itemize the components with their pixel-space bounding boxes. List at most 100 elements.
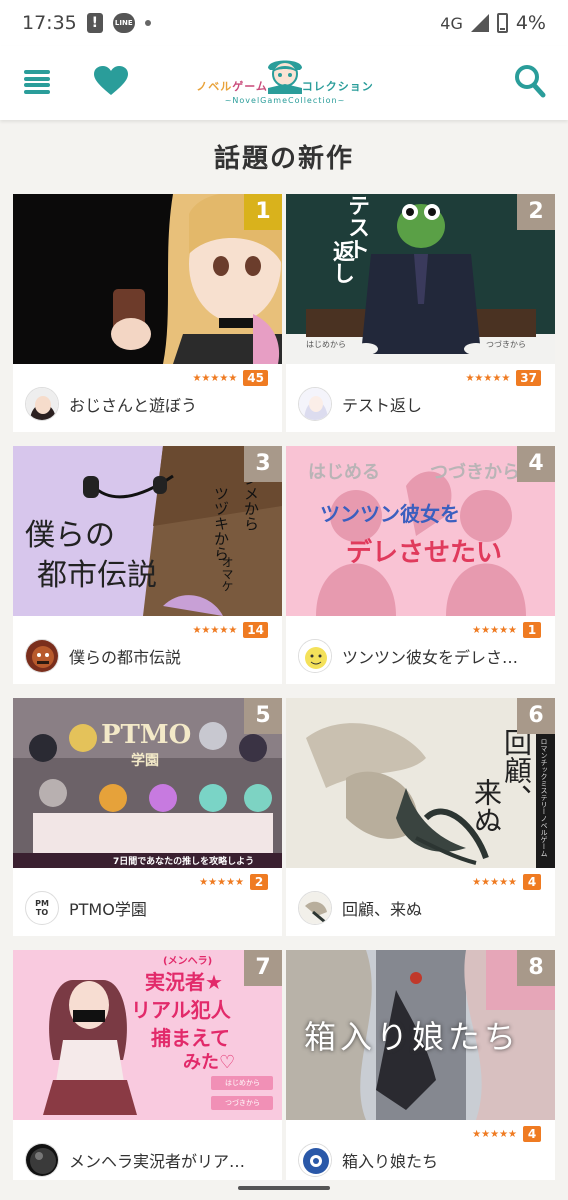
logo-subtitle: ~NovelGameCollection~	[224, 96, 346, 105]
pmto-avatar-label: PM TO	[35, 899, 49, 917]
thumb-menu-continue: つづきから	[225, 1099, 260, 1107]
thumb-menu-start: はじめる	[308, 462, 380, 483]
author-avatar	[298, 387, 332, 421]
thumb-menu-start: はじめから	[306, 340, 346, 349]
game-thumbnail[interactable]: 僕らの 都市伝説 ハジメから ツヅキから オマケ 3	[13, 446, 282, 616]
thumb-title-line2: 都市伝説	[37, 558, 157, 593]
rating: ★★★★★ 45	[192, 370, 268, 386]
game-thumbnail[interactable]: 1	[13, 194, 282, 364]
star-rating: ★★★★★	[192, 372, 238, 384]
status-bar: 17:35 ! LINE 4G 4%	[0, 0, 568, 46]
rating-count: 14	[243, 622, 268, 638]
rank-badge: 2	[517, 194, 555, 230]
rank-badge: 1	[244, 194, 282, 230]
app-logo[interactable]: ノベルゲーム コレクション ~NovelGameCollection~	[192, 54, 378, 112]
game-thumbnail[interactable]: テスト 返し はじめから つづきから 2	[286, 194, 555, 364]
star-rating: ★★★★★	[472, 876, 517, 888]
thumb-title-line1: 僕らの	[25, 518, 115, 553]
game-card[interactable]: PTMO 学園 7日間であなたの推しを攻略しよう 5 ★★★★★ 2 PM TO…	[13, 698, 282, 936]
system-nav-bar	[0, 1180, 568, 1200]
author-avatar	[298, 639, 332, 673]
thumb-menu-extra: オマケ	[220, 556, 234, 592]
thumb-title-line2: 返し	[329, 240, 354, 284]
author-avatar	[298, 891, 332, 925]
game-title[interactable]: 回顧、来ぬ	[342, 896, 542, 920]
author-avatar	[298, 1143, 332, 1177]
rating: ★★★★★ 14	[192, 622, 268, 638]
star-rating: ★★★★★	[472, 624, 517, 636]
heart-icon[interactable]	[94, 66, 128, 96]
section-title: 話題の新作	[213, 144, 354, 174]
thumb-title-line2: デレさせたい	[346, 538, 503, 568]
thumb-tag: (メンヘラ)	[163, 956, 213, 967]
thumb-title-line2: 学園	[131, 753, 159, 769]
author-avatar: PM TO	[25, 891, 59, 925]
status-time: 17:35	[22, 12, 77, 34]
game-title[interactable]: PTMO学園	[69, 896, 269, 920]
rank-badge: 3	[244, 446, 282, 482]
game-title[interactable]: メンヘラ実況者がリア…	[69, 1148, 269, 1172]
thumb-title-line1: 実況者★	[145, 970, 223, 994]
home-gesture-bar[interactable]	[238, 1186, 330, 1190]
rating-count: 2	[250, 874, 268, 890]
thumb-title-line4: みた♡	[183, 1052, 236, 1073]
game-card[interactable]: はじめる つづきから ツンツン彼女を デレさせたい 4 ★★★★★ 1 ツンツン…	[286, 446, 555, 684]
game-card[interactable]: 回顧、 来ぬ ロマンチックミステリーノベルゲーム 6 ★★★★★ 4 回顧、来ぬ	[286, 698, 555, 936]
thumb-menu-continue: つづきから	[430, 462, 520, 483]
rating: ★★★★★ 1	[472, 622, 541, 638]
game-title[interactable]: テスト返し	[342, 392, 542, 416]
game-card[interactable]: テスト 返し はじめから つづきから 2 ★★★★★ 37 テスト返し	[286, 194, 555, 432]
app-bar: ノベルゲーム コレクション ~NovelGameCollection~	[0, 46, 568, 120]
game-thumbnail[interactable]: (メンヘラ) 実況者★ リアル犯人 捕まえて みた♡ はじめから つづきから 7	[13, 950, 282, 1120]
rating: ★★★★★ 2	[199, 874, 268, 890]
rating-count: 4	[523, 874, 541, 890]
rank-badge: 8	[517, 950, 555, 986]
game-grid: 1 ★★★★★ 45 おじさんと遊ぼう テスト 返し はじめから つづきから 2…	[13, 194, 555, 1188]
thumb-title-line2: リアル犯人	[131, 998, 231, 1022]
game-card[interactable]: 箱入り娘たち 8 ★★★★★ 4 箱入り娘たち	[286, 950, 555, 1188]
game-thumbnail[interactable]: はじめる つづきから ツンツン彼女を デレさせたい 4	[286, 446, 555, 616]
thumb-title-line1: 箱入り娘たち	[304, 1018, 521, 1056]
rank-badge: 7	[244, 950, 282, 986]
game-title[interactable]: ツンツン彼女をデレさ…	[342, 644, 542, 668]
signal-icon	[470, 14, 489, 32]
star-rating: ★★★★★	[199, 876, 244, 888]
star-rating: ★★★★★	[472, 1128, 517, 1140]
game-title[interactable]: 箱入り娘たち	[342, 1148, 542, 1172]
rating-count: 37	[516, 370, 541, 386]
rank-badge: 4	[517, 446, 555, 482]
battery-level: 4%	[515, 12, 546, 34]
game-card[interactable]: 1 ★★★★★ 45 おじさんと遊ぼう	[13, 194, 282, 432]
thumb-title-line2: 来ぬ	[470, 778, 503, 834]
game-card[interactable]: 僕らの 都市伝説 ハジメから ツヅキから オマケ 3 ★★★★★ 14 僕らの都…	[13, 446, 282, 684]
thumb-menu-continue: ツヅキから	[212, 486, 230, 561]
rating-count: 1	[523, 622, 541, 638]
star-rating: ★★★★★	[192, 624, 238, 636]
rating: ★★★★★ 37	[465, 370, 541, 386]
network-type: 4G	[440, 13, 463, 33]
rating-count: 45	[243, 370, 268, 386]
game-title[interactable]: 僕らの都市伝説	[69, 644, 269, 668]
rating: ★★★★★ 4	[472, 1126, 541, 1142]
rating: ★★★★★ 4	[472, 874, 541, 890]
author-avatar	[25, 387, 59, 421]
rank-badge: 5	[244, 698, 282, 734]
game-title[interactable]: おじさんと遊ぼう	[69, 392, 269, 416]
search-icon[interactable]	[514, 64, 546, 98]
game-card[interactable]: (メンヘラ) 実況者★ リアル犯人 捕まえて みた♡ はじめから つづきから 7…	[13, 950, 282, 1188]
game-thumbnail[interactable]: PTMO 学園 7日間であなたの推しを攻略しよう 5	[13, 698, 282, 868]
thumb-menu-continue: つづきから	[486, 340, 526, 349]
thumb-tagline: 7日間であなたの推しを攻略しよう	[113, 857, 255, 867]
game-thumbnail[interactable]: 回顧、 来ぬ ロマンチックミステリーノベルゲーム 6	[286, 698, 555, 868]
line-icon: LINE	[112, 13, 135, 33]
hamburger-menu-icon[interactable]	[24, 70, 50, 94]
game-thumbnail[interactable]: 箱入り娘たち 8	[286, 950, 555, 1120]
rank-badge: 6	[517, 698, 555, 734]
thumb-title-line1: PTMO	[101, 720, 192, 750]
battery-icon	[496, 13, 508, 33]
author-avatar	[25, 639, 59, 673]
logo-title: ノベルゲーム コレクション	[196, 80, 374, 93]
dot-icon	[144, 20, 151, 26]
thumb-menu-start: はじめから	[225, 1079, 260, 1087]
star-rating: ★★★★★	[465, 372, 511, 384]
